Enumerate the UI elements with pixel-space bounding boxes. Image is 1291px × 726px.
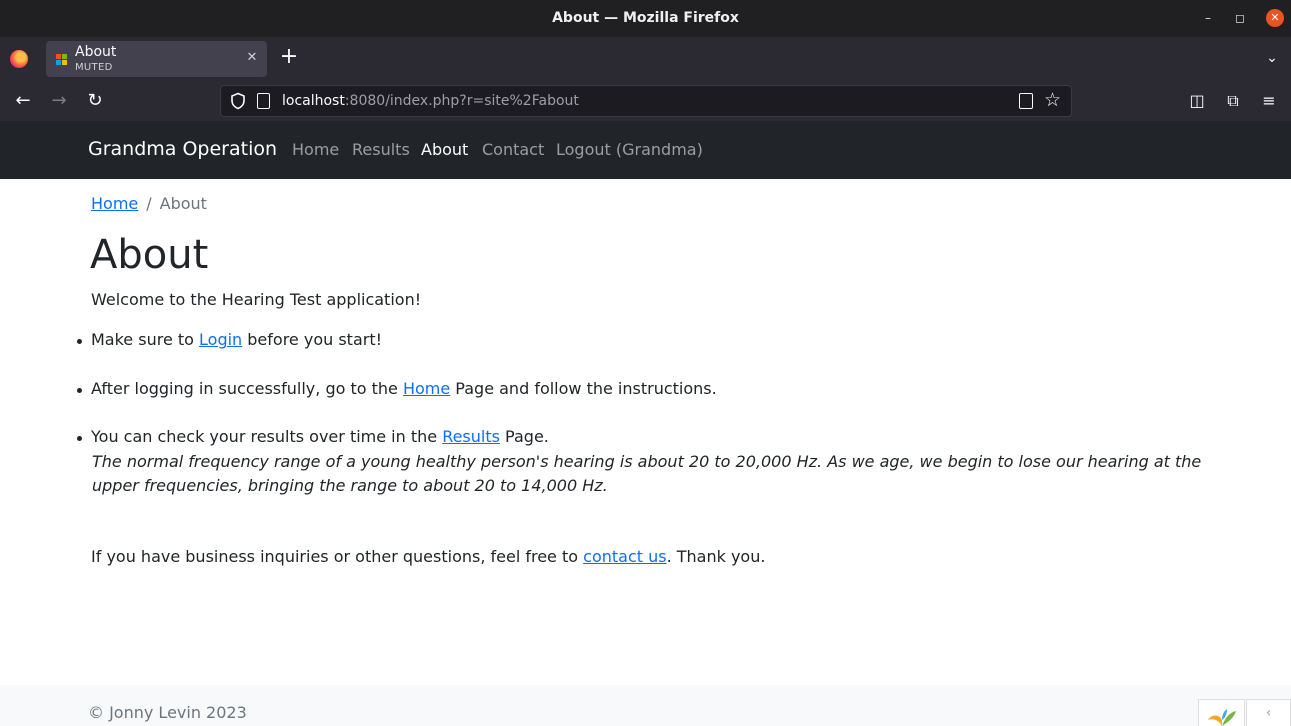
nav-logout[interactable]: Logout (Grandma) [556,140,703,159]
home-link[interactable]: Home [403,379,450,398]
browser-toolbar: ← → ↻ localhost:8080/index.php?r=site%2F… [0,81,1291,121]
list-item-home: After logging in successfully, go to the… [77,379,717,398]
frequency-note: The normal frequency range of a young he… [92,452,1202,495]
debug-toolbar-button[interactable] [1198,699,1245,726]
url-bar[interactable]: localhost:8080/index.php?r=site%2Fabout … [220,85,1072,117]
site-navbar: Grandma Operation Home Results About Con… [0,121,1291,179]
forward-icon[interactable]: → [47,89,71,113]
url-path: :8080/index.php?r=site%2Fabout [344,93,579,109]
reader-view-icon[interactable] [1019,93,1033,109]
welcome-text: Welcome to the Hearing Test application! [91,290,422,309]
results-link[interactable]: Results [442,427,500,446]
url-text[interactable]: localhost:8080/index.php?r=site%2Fabout [282,93,579,109]
breadcrumb-separator: / [146,194,152,213]
breadcrumb-current: About [159,194,207,213]
list-item-login: Make sure to Login before you start! [76,330,383,349]
breadcrumb-home-link[interactable]: Home [91,194,138,213]
firefox-logo-icon[interactable] [10,50,28,68]
chevron-left-icon[interactable]: ‹ [1246,699,1291,726]
window-title: About — Mozilla Firefox [552,10,739,26]
window-titlebar: About — Mozilla Firefox – ◻ ✕ [0,0,1291,37]
pocket-icon[interactable]: ◫ [1185,89,1209,113]
list-text: Page. [499,427,549,446]
maximize-icon[interactable]: ◻ [1231,9,1249,27]
reload-icon[interactable]: ↻ [83,89,107,113]
nav-results[interactable]: Results [352,140,410,159]
shield-icon[interactable] [229,92,247,110]
menu-icon[interactable]: ≡ [1257,89,1281,113]
contact-text: . Thank you. [666,547,766,566]
nav-contact[interactable]: Contact [482,140,544,159]
contact-text: If you have business inquiries or other … [91,547,584,566]
login-link[interactable]: Login [199,330,242,349]
tab-strip: About MUTED ✕ + ⌄ [0,37,1291,81]
list-text: You can check your results over time in … [91,427,443,446]
url-host: localhost [282,93,345,109]
tab-muted-label[interactable]: MUTED [75,62,113,73]
list-text: Make sure to [91,330,200,349]
list-text: Page and follow the instructions. [450,379,717,398]
extensions-icon[interactable]: ⧉ [1221,89,1245,113]
page-title: About [90,232,209,278]
page-icon[interactable] [257,93,270,109]
nav-about[interactable]: About [421,140,468,159]
contact-paragraph: If you have business inquiries or other … [91,547,765,566]
bookmark-star-icon[interactable]: ☆ [1044,89,1061,111]
chevron-down-icon[interactable]: ⌄ [1262,48,1282,68]
yii-logo-icon [1208,709,1236,726]
new-tab-icon[interactable]: + [279,46,299,68]
list-text: After logging in successfully, go to the [91,379,403,398]
nav-home[interactable]: Home [292,140,339,159]
tab-about[interactable]: About MUTED ✕ [46,41,267,77]
close-tab-icon[interactable]: ✕ [244,50,260,66]
back-icon[interactable]: ← [11,89,35,113]
list-text: before you start! [242,330,383,349]
site-brand[interactable]: Grandma Operation [88,138,277,160]
site-footer: © Jonny Levin 2023 ‹ [0,685,1291,726]
list-item-results: You can check your results over time in … [77,427,549,446]
breadcrumb: Home / About [91,194,207,213]
favicon-icon [56,54,68,66]
contact-us-link[interactable]: contact us [583,547,666,566]
tab-title: About [75,44,117,60]
close-window-icon[interactable]: ✕ [1266,9,1284,27]
minimize-icon[interactable]: – [1199,9,1217,27]
copyright-text: © Jonny Levin 2023 [88,703,247,722]
